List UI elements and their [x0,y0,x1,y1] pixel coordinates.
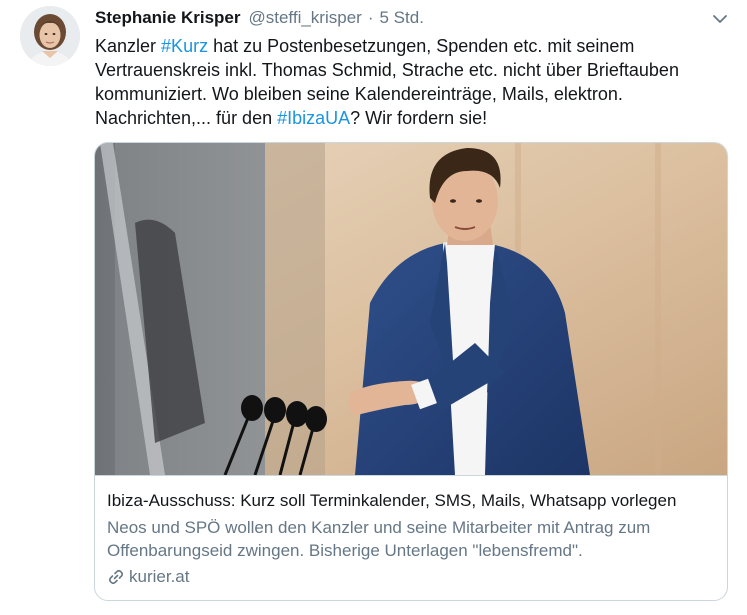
link-card[interactable]: Ibiza-Ausschuss: Kurz soll Terminkalende… [94,142,728,601]
card-domain-text[interactable]: kurier.at [129,567,189,587]
tweet[interactable]: Stephanie Krisper @steffi_krisper · 5 St… [0,0,747,615]
hashtag-link[interactable]: #Kurz [161,36,208,56]
tweet-header: Stephanie Krisper @steffi_krisper · 5 St… [95,8,707,30]
chevron-down-icon[interactable] [711,10,729,28]
card-image[interactable] [95,143,727,476]
hashtag-link[interactable]: #IbizaUA [277,108,350,128]
avatar[interactable] [20,6,80,66]
card-title[interactable]: Ibiza-Ausschuss: Kurz soll Terminkalende… [107,490,715,512]
card-description: Neos und SPÖ wollen den Kanzler und sein… [107,518,651,560]
tweet-text-segment: ? Wir fordern sie! [350,108,488,128]
card-domain[interactable]: kurier.at [107,567,715,587]
tweet-text: Kanzler #Kurz hat zu Postenbesetzungen, … [95,34,715,130]
separator-dot: · [367,8,374,27]
author-name[interactable]: Stephanie Krisper [95,8,241,28]
card-body: Ibiza-Ausschuss: Kurz soll Terminkalende… [95,476,727,587]
tweet-text-segment: Kanzler [95,36,162,56]
link-icon [108,569,124,585]
tweet-timestamp[interactable]: 5 Std. [380,8,424,28]
author-handle[interactable]: @steffi_krisper [249,8,362,28]
